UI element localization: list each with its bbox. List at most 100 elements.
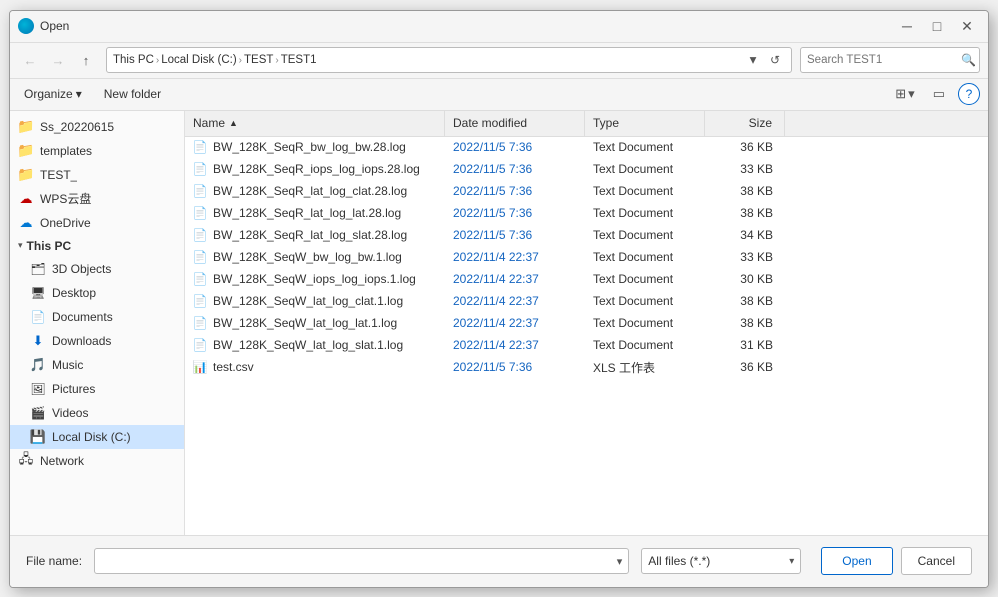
filename-input[interactable] [101,554,617,568]
sidebar-item-test[interactable]: 📁 TEST_ [10,163,184,187]
cell-size: 31 KB [705,335,785,356]
sidebar-item-network[interactable]: 🖧 Network [10,449,184,473]
maximize-button[interactable]: □ [924,16,950,36]
txt-icon: 📄 [193,228,207,242]
cell-size: 36 KB [705,137,785,158]
cancel-button[interactable]: Cancel [901,547,972,575]
table-row[interactable]: 📄 BW_128K_SeqR_lat_log_lat.28.log 2022/1… [185,203,988,225]
cell-modified: 2022/11/4 22:37 [445,335,585,356]
address-bar: This PC › Local Disk (C:) › TEST › TEST1… [106,47,792,73]
cell-name: 📄 BW_128K_SeqW_iops_log_iops.1.log [185,269,445,290]
sidebar-item-label: Local Disk (C:) [52,430,131,444]
sidebar-item-templates[interactable]: 📁 templates [10,139,184,163]
view-preview-button[interactable]: ▭ [928,83,950,105]
sidebar-item-downloads[interactable]: ⬇ Downloads [10,329,184,353]
table-row[interactable]: 📄 BW_128K_SeqR_lat_log_slat.28.log 2022/… [185,225,988,247]
sidebar-item-label: Documents [52,310,113,324]
up-button[interactable]: ↑ [74,48,98,72]
folder-icon: 📁 [18,119,34,135]
table-row[interactable]: 📄 BW_128K_SeqW_lat_log_lat.1.log 2022/11… [185,313,988,335]
sidebar-item-desktop[interactable]: 🖥 Desktop [10,281,184,305]
txt-icon: 📄 [193,184,207,198]
forward-button[interactable]: → [46,48,70,72]
help-button[interactable]: ? [958,83,980,105]
table-row[interactable]: 📄 BW_128K_SeqW_bw_log_bw.1.log 2022/11/4… [185,247,988,269]
app-icon [18,18,34,34]
cell-type: Text Document [585,181,705,202]
view-details-button[interactable]: ⊞ ▾ [890,83,919,105]
sidebar-item-label: WPS云盘 [40,190,91,207]
sidebar-item-wpscloud[interactable]: ☁ WPS云盘 [10,187,184,211]
col-header-size[interactable]: Size [705,111,785,136]
sidebar-item-pictures[interactable]: 🖼 Pictures [10,377,184,401]
close-button[interactable]: ✕ [954,16,980,36]
sidebar-item-label: TEST_ [40,168,77,182]
open-dialog: Open ─ □ ✕ ← → ↑ This PC › Local Disk (C… [9,10,989,588]
bottom-bar: File name: ▾ All files (*.*) ▾ Open Canc… [10,535,988,587]
col-header-name[interactable]: Name ▲ [185,111,445,136]
filetype-select[interactable]: All files (*.*) ▾ [641,548,801,574]
cell-type: Text Document [585,203,705,224]
path-segment-thispc[interactable]: This PC [113,54,154,66]
table-row[interactable]: 📄 BW_128K_SeqR_iops_log_iops.28.log 2022… [185,159,988,181]
cell-type: Text Document [585,291,705,312]
path-segment-test[interactable]: TEST [244,54,273,66]
cell-name: 📄 BW_128K_SeqR_lat_log_slat.28.log [185,225,445,246]
table-row[interactable]: 📄 BW_128K_SeqW_iops_log_iops.1.log 2022/… [185,269,988,291]
sidebar-item-label: templates [40,144,92,158]
txt-icon: 📄 [193,140,207,154]
table-row[interactable]: 📄 BW_128K_SeqW_lat_log_clat.1.log 2022/1… [185,291,988,313]
minimize-button[interactable]: ─ [894,16,920,36]
search-input[interactable] [807,54,961,66]
cell-modified: 2022/11/4 22:37 [445,269,585,290]
title-bar: Open ─ □ ✕ [10,11,988,43]
cell-type: Text Document [585,335,705,356]
sidebar-item-label: Pictures [52,382,95,396]
sidebar: 📁 Ss_20220615 📁 templates 📁 TEST_ ☁ WPS云… [10,111,185,535]
cell-modified: 2022/11/4 22:37 [445,291,585,312]
table-row[interactable]: 📊 test.csv 2022/11/5 7:36 XLS 工作表 36 KB [185,357,988,379]
dialog-title: Open [40,19,894,33]
cell-modified: 2022/11/5 7:36 [445,357,585,378]
open-button[interactable]: Open [821,547,892,575]
table-row[interactable]: 📄 BW_128K_SeqW_lat_log_slat.1.log 2022/1… [185,335,988,357]
sidebar-item-label: OneDrive [40,216,91,230]
cell-size: 34 KB [705,225,785,246]
disk-icon: 💾 [30,429,46,445]
file-list[interactable]: 📄 BW_128K_SeqR_bw_log_bw.28.log 2022/11/… [185,137,988,535]
cell-name: 📄 BW_128K_SeqW_lat_log_clat.1.log [185,291,445,312]
col-header-type[interactable]: Type [585,111,705,136]
cell-size: 30 KB [705,269,785,290]
back-button[interactable]: ← [18,48,42,72]
sidebar-item-label: Downloads [52,334,111,348]
table-row[interactable]: 📄 BW_128K_SeqR_bw_log_bw.28.log 2022/11/… [185,137,988,159]
sidebar-item-localdisk[interactable]: 💾 Local Disk (C:) [10,425,184,449]
sidebar-thispc-header[interactable]: ▾ This PC [10,235,184,257]
table-row[interactable]: 📄 BW_128K_SeqR_lat_log_clat.28.log 2022/… [185,181,988,203]
cell-modified: 2022/11/4 22:37 [445,247,585,268]
cell-size: 38 KB [705,313,785,334]
path-segment-localdisk[interactable]: Local Disk (C:) [161,54,236,66]
refresh-button[interactable]: ↺ [765,50,785,70]
organize-button[interactable]: Organize ▾ [18,84,88,104]
col-header-modified[interactable]: Date modified [445,111,585,136]
cell-modified: 2022/11/4 22:37 [445,313,585,334]
cell-type: Text Document [585,313,705,334]
desktop-icon: 🖥 [30,285,46,301]
filename-dropdown-button[interactable]: ▾ [617,555,623,568]
sidebar-item-videos[interactable]: 🎬 Videos [10,401,184,425]
cell-modified: 2022/11/5 7:36 [445,181,585,202]
sidebar-item-onedrive[interactable]: ☁ OneDrive [10,211,184,235]
address-dropdown-button[interactable]: ▾ [745,52,761,68]
downloads-icon: ⬇ [30,333,46,349]
sidebar-item-3dobjects[interactable]: 🗂 3D Objects [10,257,184,281]
sidebar-item-music[interactable]: 🎵 Music [10,353,184,377]
sidebar-item-documents[interactable]: 📄 Documents [10,305,184,329]
cell-size: 38 KB [705,181,785,202]
path-segment-test1[interactable]: TEST1 [281,54,317,66]
organize-toolbar: Organize ▾ New folder ⊞ ▾ ▭ ? [10,79,988,111]
sidebar-item-ss20220615[interactable]: 📁 Ss_20220615 [10,115,184,139]
new-folder-button[interactable]: New folder [96,84,169,104]
view-preview-icon: ▭ [933,86,945,102]
filename-label: File name: [26,554,82,568]
